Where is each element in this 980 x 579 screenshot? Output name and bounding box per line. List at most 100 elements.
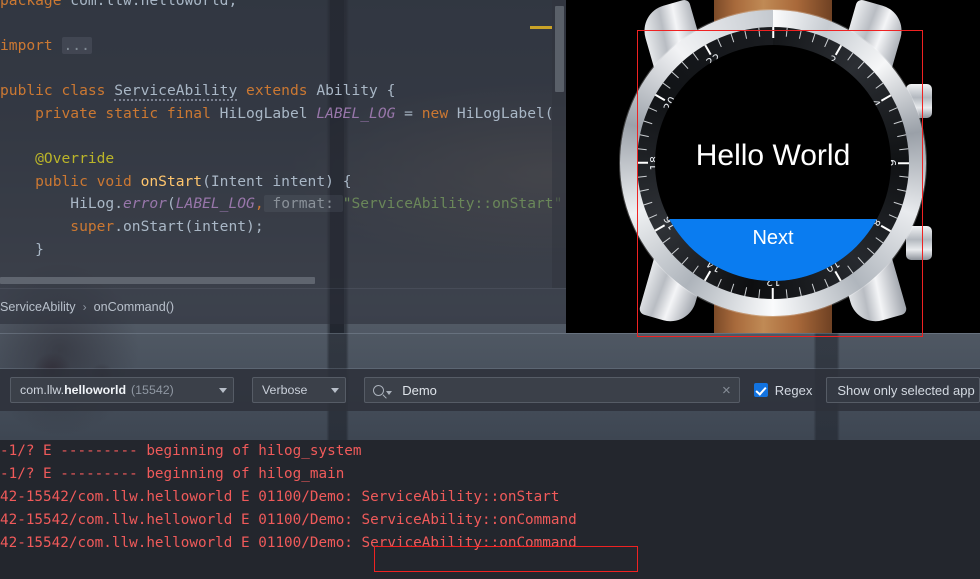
bezel-tick xyxy=(785,289,788,299)
bezel-tick xyxy=(847,52,854,61)
bezel-tick xyxy=(637,162,648,164)
log-line[interactable]: 42-15542/com.llw.helloworld E 01100/Demo… xyxy=(0,486,980,509)
code-line[interactable]: super.onStart(intent); xyxy=(0,216,566,239)
bezel-tick xyxy=(662,82,671,89)
code-line[interactable]: @Override xyxy=(0,148,566,171)
code-token: LABEL_LOG xyxy=(316,104,396,122)
bezel-tick xyxy=(897,134,907,138)
bezel-tick xyxy=(637,148,647,151)
search-icon[interactable] xyxy=(373,384,385,396)
code-token: new xyxy=(421,104,457,122)
editor-horizontal-scrollbar-thumb[interactable] xyxy=(0,277,315,284)
bezel-tick xyxy=(785,27,788,37)
editor-vertical-scrollbar-thumb[interactable] xyxy=(555,6,564,92)
smart-watch-device[interactable]: 246810121416182022 Hello World Next xyxy=(608,0,938,333)
bezel-tick xyxy=(717,38,722,48)
code-token: public void xyxy=(0,172,141,190)
process-pid: (15542) xyxy=(131,383,174,397)
regex-checkbox[interactable] xyxy=(753,383,768,397)
log-search-field[interactable]: Demo × xyxy=(364,377,740,403)
code-line[interactable] xyxy=(0,58,566,81)
code-line[interactable] xyxy=(0,126,566,149)
code-line[interactable]: public class ServiceAbility extends Abil… xyxy=(0,80,566,103)
bezel-tick xyxy=(730,33,735,43)
bezel-tick xyxy=(888,107,898,112)
code-token: .onStart(intent); xyxy=(114,217,264,235)
code-token: ( xyxy=(166,195,176,213)
log-line[interactable]: 42-15542/com.llw.helloworld E 01100/Demo… xyxy=(0,532,980,555)
code-line[interactable]: } xyxy=(0,239,566,262)
log-line[interactable]: -1/? E --------- beginning of hilog_syst… xyxy=(0,440,980,463)
log-line[interactable]: -1/? E --------- beginning of hilog_main xyxy=(0,463,980,486)
code-token: private static final xyxy=(0,104,220,122)
process-selector[interactable]: com.llw.helloworld (15542) xyxy=(10,377,234,403)
bezel-tick xyxy=(811,283,816,293)
bezel-tick xyxy=(758,289,761,299)
code-line[interactable]: HiLog.error(LABEL_LOG, format: "ServiceA… xyxy=(0,193,566,216)
screen-next-button[interactable]: Next xyxy=(655,219,891,281)
bezel-tick xyxy=(867,71,875,79)
screen-hello-world-text: Hello World xyxy=(695,139,851,172)
logcat-toolbar: com.llw.helloworld (15542) Verbose Demo ×… xyxy=(0,369,980,411)
code-token: ... xyxy=(61,37,92,55)
bezel-tick xyxy=(643,201,653,206)
bezel-tick xyxy=(772,288,774,299)
regex-toggle[interactable]: Regex xyxy=(753,382,813,398)
code-line[interactable]: public void onStart(Intent intent) { xyxy=(0,171,566,194)
bezel-tick xyxy=(899,175,909,178)
code-token: HiLogLabel xyxy=(219,104,317,122)
code-token: extends xyxy=(237,82,317,100)
bezel-tick xyxy=(648,107,658,112)
code-editor-pane[interactable]: package com.llw.helloworld; import ... p… xyxy=(0,0,566,288)
code-token: HiLog. xyxy=(0,195,124,213)
bezel-tick xyxy=(681,61,689,69)
process-package-prefix: com.llw. xyxy=(20,383,65,397)
bezel-tick xyxy=(897,188,907,192)
bezel-tick xyxy=(772,27,774,38)
process-package-name: helloworld xyxy=(64,383,127,397)
chevron-down-icon[interactable] xyxy=(331,387,340,393)
code-line[interactable]: import ... xyxy=(0,35,566,58)
breadcrumb-method[interactable]: onCommand() xyxy=(94,300,175,314)
watch-screen[interactable]: Hello World Next xyxy=(655,45,891,281)
code-line[interactable]: private static final HiLogLabel LABEL_LO… xyxy=(0,103,566,126)
regex-label: Regex xyxy=(774,382,813,398)
bezel-tick xyxy=(692,52,699,61)
logcat-output[interactable]: -1/? E --------- beginning of hilog_syst… xyxy=(0,440,980,579)
scope-selector-value: Show only selected app xyxy=(837,382,975,398)
breadcrumb-separator-icon: › xyxy=(82,299,87,314)
bezel-tick xyxy=(798,287,802,297)
code-token: super xyxy=(0,217,115,235)
clear-search-icon[interactable]: × xyxy=(720,383,733,398)
chevron-down-icon[interactable] xyxy=(218,387,227,393)
log-level-selector[interactable]: Verbose xyxy=(251,377,347,403)
search-input[interactable]: Demo xyxy=(402,383,720,398)
code-line[interactable] xyxy=(0,13,566,36)
bezel-tick xyxy=(880,94,892,102)
bezel-tick xyxy=(798,29,802,39)
bezel-tick xyxy=(744,287,748,297)
editor-vertical-scrollbar[interactable] xyxy=(552,0,566,288)
bezel-tick xyxy=(824,38,829,48)
code-token: public class xyxy=(0,82,115,100)
editor-warning-marker[interactable] xyxy=(530,26,552,29)
breadcrumb[interactable]: ServiceAbility › onCommand() xyxy=(0,288,566,324)
code-text[interactable]: package com.llw.helloworld; import ... p… xyxy=(0,0,566,261)
device-emulator-pane[interactable]: 246810121416182022 Hello World Next xyxy=(566,0,980,333)
code-token: "ServiceAbility::onStart" xyxy=(342,195,563,213)
bezel-tick xyxy=(637,175,647,178)
bezel-tick xyxy=(643,120,653,125)
bezel-tick xyxy=(671,71,679,79)
bezel-tick xyxy=(857,61,865,69)
bezel-tick xyxy=(744,29,748,39)
code-line[interactable]: package com.llw.helloworld; xyxy=(0,0,566,13)
code-token: , xyxy=(254,195,264,213)
scope-selector[interactable]: Show only selected app xyxy=(826,377,980,403)
breadcrumb-class[interactable]: ServiceAbility xyxy=(0,300,76,314)
search-options-chevron-icon[interactable] xyxy=(386,390,393,395)
bezel-tick xyxy=(898,162,909,164)
log-line[interactable]: 42-15542/com.llw.helloworld E 01100/Demo… xyxy=(0,509,980,532)
bezel-tick xyxy=(639,188,649,192)
code-token: HiLogLabel( xyxy=(456,104,554,122)
code-token: com.llw.helloworld; xyxy=(70,0,238,9)
